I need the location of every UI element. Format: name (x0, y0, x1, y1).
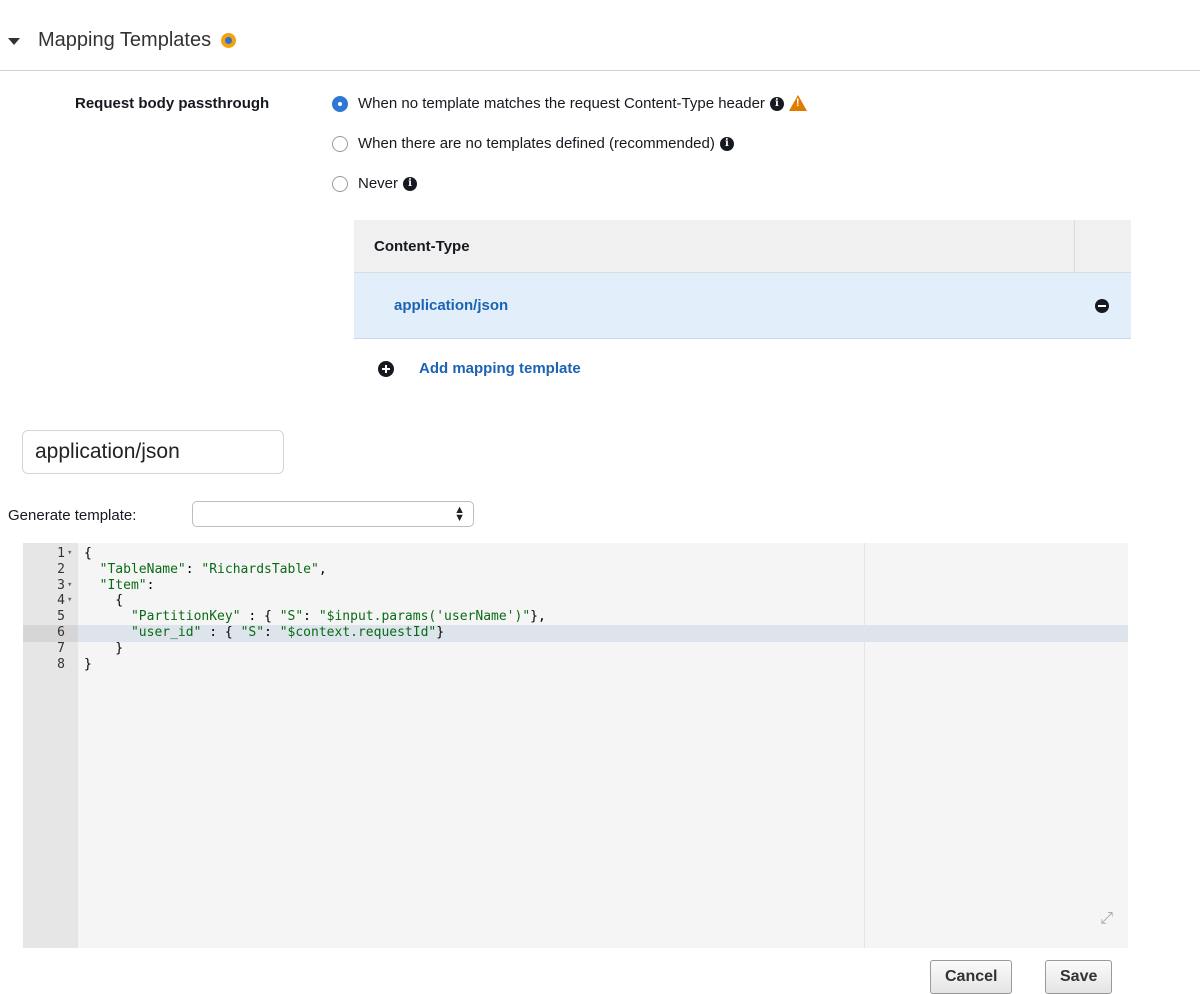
code-token: : (185, 561, 202, 577)
save-button[interactable]: Save (1045, 960, 1113, 994)
passthrough-option-never[interactable]: Never i (332, 175, 418, 192)
passthrough-option-no-templates[interactable]: When there are no templates defined (rec… (332, 135, 734, 152)
code-line[interactable]: 1 ▾ { (23, 546, 1128, 562)
radio-no-templates[interactable] (332, 135, 348, 152)
generate-template-label: Generate template: (8, 507, 137, 524)
line-number: 8 (57, 656, 65, 672)
code-lines[interactable]: 1 ▾{2 "TableName": "RichardsTable", 3 ▾ "It… (23, 546, 1128, 672)
code-string-token: "user_id" (130, 624, 202, 640)
code-string-token: "RichardsTable" (201, 561, 319, 577)
code-text[interactable]: "Item": (84, 577, 155, 594)
content-type-link[interactable]: application/json (394, 297, 508, 314)
code-text[interactable]: { (84, 546, 92, 562)
code-line[interactable]: 4 ▾ { (23, 593, 1128, 609)
code-string-token: "S" (279, 609, 304, 625)
option-label: When there are no templates defined (rec… (358, 135, 715, 152)
code-token: } (84, 640, 124, 656)
code-line[interactable]: 5 "PartitionKey" : { "S": "$input.params… (23, 609, 1128, 625)
section-divider (0, 70, 1200, 71)
select-arrows-icon: ▲ ▼ (454, 504, 465, 524)
add-mapping-template-button[interactable]: Add mapping template (378, 360, 581, 377)
code-line[interactable]: 6 "user_id" : { "S": "$context.requestId… (23, 625, 1128, 641)
caret-down-icon[interactable] (8, 37, 20, 45)
code-token: : (303, 609, 319, 625)
code-string-token: "$input.params('userName')" (318, 609, 531, 625)
code-string-token: "PartitionKey" (130, 609, 241, 625)
fold-toggle-icon[interactable]: ▾ (67, 578, 72, 594)
code-token: }, (530, 609, 546, 625)
info-icon[interactable]: i (719, 136, 734, 151)
content-type-column-header: Content-Type (374, 237, 470, 255)
code-token: : { (201, 624, 241, 640)
info-icon[interactable]: i (403, 176, 418, 191)
fold-toggle-icon[interactable]: ▾ (67, 593, 72, 609)
line-number: 1 (57, 546, 65, 561)
cancel-button[interactable]: Cancel (930, 960, 1013, 994)
section-title: Mapping Templates (38, 28, 212, 51)
line-number: 6 (57, 624, 65, 640)
code-token: , (318, 561, 327, 577)
code-line[interactable]: 8} (23, 657, 1128, 673)
line-number: 3 (57, 577, 65, 593)
code-text[interactable]: "user_id" : { "S": "$context.requestId"} (84, 625, 444, 641)
info-icon[interactable]: i (769, 96, 784, 111)
code-text[interactable]: "TableName": "RichardsTable", (84, 562, 327, 578)
content-type-table: Content-Type application/json (354, 220, 1131, 339)
add-icon[interactable] (378, 360, 394, 377)
mapping-templates-header[interactable]: Mapping Templates (8, 24, 237, 56)
line-number: 7 (57, 640, 65, 656)
line-number: 5 (57, 609, 65, 625)
warning-icon (788, 94, 807, 111)
code-string-token: "Item" (99, 577, 147, 593)
code-text[interactable]: "PartitionKey" : { "S": "$input.params('… (84, 609, 546, 625)
code-token: { (84, 546, 92, 561)
passthrough-label: Request body passthrough (75, 95, 270, 112)
code-line[interactable]: 3 ▾ "Item": (23, 578, 1128, 594)
table-header: Content-Type (354, 220, 1131, 273)
fold-toggle-icon[interactable]: ▾ (67, 546, 72, 562)
line-number: 2 (57, 561, 65, 577)
remove-icon[interactable] (1095, 298, 1109, 313)
status-dot-icon (221, 32, 237, 48)
code-token: } (436, 624, 445, 640)
code-string-token: "TableName" (99, 561, 186, 577)
code-line[interactable]: 2 "TableName": "RichardsTable", (23, 562, 1128, 578)
code-token: : (264, 624, 280, 640)
code-string-token: "$context.requestId" (279, 624, 437, 640)
content-type-field[interactable] (22, 430, 284, 474)
code-token: : { (240, 609, 280, 625)
passthrough-option-when-no-match[interactable]: When no template matches the request Con… (332, 94, 807, 112)
expand-icon[interactable]: ⤢ (1100, 910, 1113, 928)
radio-when-no-match[interactable] (332, 95, 348, 112)
code-text[interactable]: } (84, 657, 92, 673)
radio-never[interactable] (332, 175, 348, 192)
option-label: When no template matches the request Con… (358, 95, 765, 112)
template-code-editor[interactable]: 1 ▾{2 "TableName": "RichardsTable", 3 ▾ "It… (23, 543, 1128, 948)
code-token: { (84, 593, 124, 609)
line-number: 4 (57, 593, 65, 609)
table-row[interactable]: application/json (354, 273, 1131, 339)
option-label: Never (358, 175, 399, 192)
column-divider (1074, 220, 1075, 272)
code-token: : (146, 577, 155, 593)
add-mapping-template-link[interactable]: Add mapping template (419, 360, 581, 377)
code-text[interactable]: } (84, 641, 123, 657)
code-line[interactable]: 7 } (23, 641, 1128, 657)
code-string-token: "S" (240, 624, 265, 640)
code-text[interactable]: { (84, 593, 123, 609)
generate-template-select[interactable]: ▲ ▼ (192, 501, 474, 527)
code-token: } (84, 656, 92, 672)
